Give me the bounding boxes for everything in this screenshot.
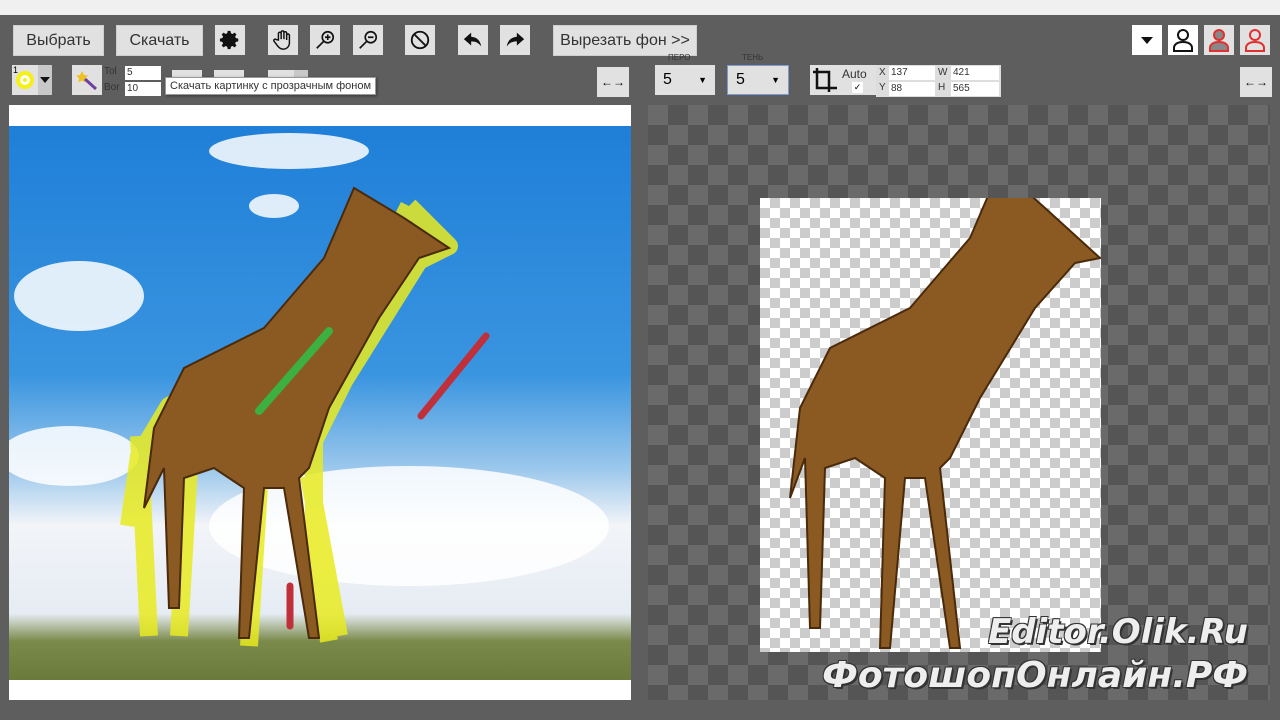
- shadow-size-select[interactable]: 5 ▼: [727, 65, 789, 95]
- user-dropdown-chevron-icon[interactable]: [1132, 25, 1162, 55]
- giraffe-photo: [9, 126, 631, 680]
- select-button[interactable]: Выбрать: [13, 25, 104, 56]
- cut-background-button[interactable]: Вырезать фон >>: [553, 25, 697, 56]
- user-outline-red-icon[interactable]: [1240, 25, 1270, 55]
- watermark-line1: Editor.Olik.Ru: [988, 612, 1248, 652]
- crop-x-label: X: [879, 67, 886, 78]
- redo-icon[interactable]: [500, 25, 530, 55]
- crop-x-input[interactable]: 137: [889, 66, 935, 80]
- cut-giraffe: [789, 198, 1101, 649]
- yellow-brush-icon: [16, 71, 34, 89]
- pen-label: ПЕРО: [668, 53, 691, 62]
- crop-y-label: Y: [879, 82, 886, 93]
- clear-cancel-icon[interactable]: [405, 25, 435, 55]
- user-icon[interactable]: [1168, 25, 1198, 55]
- auto-checkbox[interactable]: ✓: [852, 82, 863, 93]
- zoom-in-icon[interactable]: [310, 25, 340, 55]
- crop-y-input[interactable]: 88: [889, 82, 935, 96]
- brush-number: 1: [13, 65, 19, 75]
- editor-app: Выбрать Скачать Вырезать фон >> 1 Tol 5 …: [0, 15, 1280, 720]
- pen-size-select[interactable]: 5 ▼: [655, 65, 715, 95]
- source-canvas[interactable]: [9, 105, 631, 700]
- bor-input[interactable]: 10: [125, 82, 161, 96]
- auto-label: Auto: [842, 67, 867, 81]
- download-button[interactable]: Скачать: [116, 25, 203, 56]
- shadow-value: 5: [736, 71, 745, 88]
- swap-right-arrows-icon[interactable]: ←→: [1240, 67, 1272, 97]
- shadow-dropdown-icon: ▼: [771, 75, 780, 85]
- crop-w-input[interactable]: 421: [951, 66, 999, 80]
- settings-gear-icon[interactable]: [215, 25, 245, 55]
- watermark-line2: ФотошопОнлайн.РФ: [822, 655, 1248, 696]
- pen-value: 5: [663, 71, 672, 88]
- tol-label: Tol: [104, 66, 117, 77]
- crop-icon[interactable]: [812, 67, 838, 98]
- download-tooltip: Скачать картинку с прозрачным фоном: [165, 77, 377, 95]
- swap-left-arrows-icon[interactable]: ←→: [597, 67, 629, 97]
- brush-size-button[interactable]: 1: [12, 65, 38, 95]
- brush-dropdown-icon[interactable]: [38, 65, 52, 95]
- transparent-result: [760, 198, 1101, 652]
- crop-h-input[interactable]: 565: [951, 82, 999, 96]
- zoom-out-icon[interactable]: [353, 25, 383, 55]
- shadow-label: ТЕНЬ: [742, 53, 764, 62]
- crop-h-label: H: [938, 82, 946, 93]
- hand-pan-icon[interactable]: [268, 25, 298, 55]
- crop-w-label: W: [938, 67, 948, 78]
- tol-input[interactable]: 5: [125, 66, 161, 80]
- pen-dropdown-icon: ▼: [698, 75, 707, 85]
- magic-wand-icon[interactable]: [72, 65, 102, 95]
- bor-label: Bor: [104, 82, 120, 93]
- result-canvas[interactable]: Editor.Olik.Ru ФотошопОнлайн.РФ: [648, 105, 1270, 700]
- undo-icon[interactable]: [458, 25, 488, 55]
- user-filled-icon[interactable]: [1204, 25, 1234, 55]
